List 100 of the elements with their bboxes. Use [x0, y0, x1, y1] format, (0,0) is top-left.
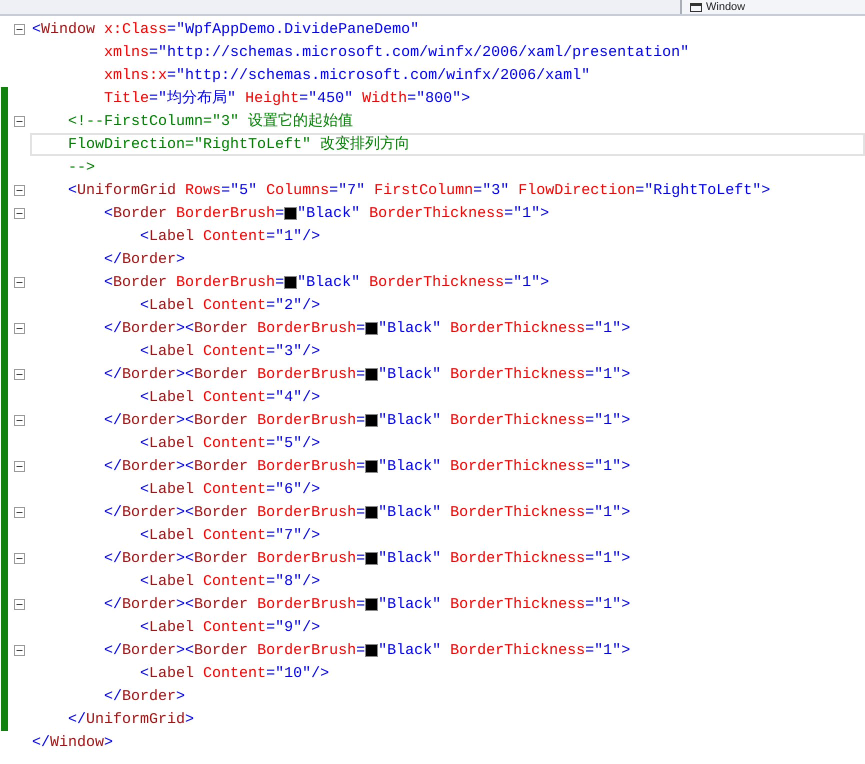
tag-punctuation: = — [266, 666, 276, 681]
collapse-icon[interactable] — [14, 323, 24, 334]
tag-punctuation: = — [275, 275, 284, 290]
collapse-icon[interactable] — [14, 553, 24, 564]
tag-punctuation: = — [356, 643, 366, 658]
element-name: Border — [122, 643, 176, 658]
tag-punctuation: = — [356, 413, 366, 428]
tag-punctuation: = — [266, 482, 276, 497]
tag-punctuation: /> — [302, 344, 320, 359]
attribute-name: BorderBrush — [256, 551, 356, 566]
element-name: Label — [149, 482, 194, 497]
tag-punctuation: = — [585, 321, 594, 336]
attribute-name: BorderBrush — [256, 597, 356, 612]
element-name: Window — [50, 735, 104, 750]
tag-punctuation: = — [504, 275, 514, 290]
tag-punctuation: </ — [103, 321, 122, 336]
tag-punctuation: > — [621, 459, 630, 474]
tag-punctuation: = — [356, 367, 366, 382]
collapse-icon[interactable] — [14, 116, 24, 127]
attribute-name: BorderBrush — [256, 321, 356, 336]
window-dropdown[interactable]: Window — [680, 0, 865, 14]
collapse-icon[interactable] — [14, 415, 24, 426]
tag-punctuation: < — [139, 528, 150, 543]
attribute-name: xmlns:x — [103, 68, 168, 83]
tag-punctuation: >< — [176, 505, 194, 520]
tag-punctuation: = — [167, 68, 176, 83]
tag-punctuation: >< — [176, 643, 194, 658]
element-name: Border — [122, 459, 176, 474]
tag-punctuation: < — [139, 298, 150, 313]
attribute-name: BorderBrush — [256, 413, 356, 428]
tag-punctuation: >< — [176, 367, 194, 382]
tag-punctuation: < — [103, 206, 114, 221]
tag-punctuation: = — [221, 183, 230, 198]
tag-punctuation: > — [621, 367, 630, 382]
collapse-icon[interactable] — [14, 208, 24, 219]
tag-punctuation: = — [356, 597, 366, 612]
element-name: Border — [122, 689, 176, 704]
tag-punctuation: = — [585, 413, 594, 428]
element-name: Border — [194, 551, 248, 566]
attribute-name: Title — [103, 91, 150, 106]
tag-punctuation: </ — [103, 505, 122, 520]
attribute-value: "1" — [594, 367, 622, 382]
attribute-value: "1" — [513, 275, 540, 290]
collapse-icon[interactable] — [14, 507, 24, 518]
element-name: Label — [149, 574, 194, 589]
attribute-value: "9" — [275, 620, 302, 635]
element-name: Border — [194, 597, 248, 612]
collapse-icon[interactable] — [14, 24, 24, 35]
collapse-icon[interactable] — [14, 185, 24, 196]
collapse-icon[interactable] — [14, 645, 24, 656]
attribute-name: BorderThickness — [449, 505, 586, 520]
element-name: Window — [41, 22, 96, 37]
element-name: Border — [122, 551, 176, 566]
tag-punctuation: > — [176, 252, 186, 267]
tag-punctuation: < — [139, 666, 150, 681]
tag-punctuation: </ — [103, 413, 122, 428]
comment-text: FlowDirection="RightToLeft" 改变排列方向 — [67, 137, 410, 152]
attribute-name: BorderThickness — [449, 643, 586, 658]
tag-punctuation: >< — [176, 551, 194, 566]
tag-punctuation: >< — [176, 413, 194, 428]
tag-punctuation: = — [585, 367, 594, 382]
tag-punctuation: </ — [103, 551, 122, 566]
tag-punctuation: < — [103, 275, 114, 290]
tag-punctuation: = — [585, 505, 594, 520]
tag-punctuation: = — [585, 551, 594, 566]
attribute-value: "1" — [594, 321, 622, 336]
tag-punctuation: > — [621, 597, 630, 612]
collapse-icon[interactable] — [14, 369, 24, 380]
element-name: Border — [194, 459, 248, 474]
tag-punctuation: < — [139, 482, 150, 497]
tag-punctuation: > — [621, 643, 630, 658]
tag-punctuation: = — [635, 183, 644, 198]
tag-punctuation: = — [266, 574, 276, 589]
tag-punctuation: >< — [176, 597, 194, 612]
tag-punctuation: = — [266, 298, 276, 313]
element-name: Border — [113, 206, 168, 221]
attribute-name: Content — [202, 390, 266, 405]
attribute-value: "Black" — [378, 597, 442, 612]
tag-punctuation: >< — [176, 321, 194, 336]
attribute-value: "1" — [594, 505, 622, 520]
element-name: Border — [122, 252, 176, 267]
attribute-value: "7" — [275, 528, 302, 543]
tag-punctuation: </ — [32, 735, 50, 750]
tag-punctuation: = — [329, 183, 338, 198]
tag-punctuation: = — [585, 643, 594, 658]
element-name: Label — [149, 666, 194, 681]
collapse-icon[interactable] — [14, 599, 24, 610]
tag-punctuation: </ — [103, 643, 122, 658]
attribute-value: "8" — [275, 574, 302, 589]
collapse-icon[interactable] — [14, 461, 24, 472]
tag-punctuation: = — [356, 321, 366, 336]
collapse-icon[interactable] — [14, 277, 24, 288]
attribute-name: Columns — [265, 183, 330, 198]
tag-punctuation: /> — [302, 298, 320, 313]
element-name: Border — [194, 321, 248, 336]
attribute-name: xmlns — [103, 45, 150, 60]
element-name: Border — [122, 321, 176, 336]
tag-punctuation: /> — [302, 390, 320, 405]
attribute-value: "Black" — [297, 206, 360, 221]
attribute-name: x:Class — [103, 22, 168, 37]
